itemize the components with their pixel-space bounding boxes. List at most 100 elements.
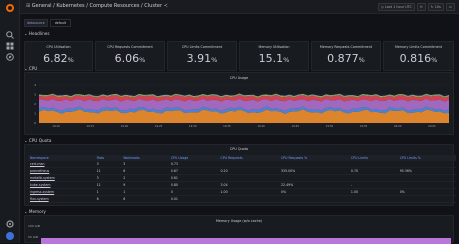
memory-usage-panel[interactable]: Memory Usage (w/o cache) 100 GiB 50 GiB [24, 215, 454, 244]
table-cell: 1 [121, 188, 169, 197]
monitor-icon: ▭ [448, 5, 452, 9]
settings-icon[interactable] [5, 219, 15, 229]
explore-icon[interactable] [5, 52, 15, 62]
table-cell [397, 181, 456, 190]
row-memory-label: Memory [28, 209, 46, 214]
stat-value: 15.1% [240, 52, 308, 65]
y-tick-label: 0 [34, 121, 36, 125]
row-cpu[interactable]: ⌄ CPU [24, 66, 37, 71]
table-row: metallb-system 3 2 0.61 [28, 174, 456, 183]
panel-title: Memory Usage (w/o cache) [215, 219, 263, 223]
table-cell: 11 [94, 181, 122, 190]
x-tick-label: 19:30 [189, 124, 197, 128]
table-cell: 6 [121, 195, 169, 204]
x-tick-label: 19:10 [52, 124, 60, 128]
table-cell: 6 [94, 195, 122, 204]
stat-unit: % [211, 56, 218, 64]
variable-select[interactable]: default [49, 19, 71, 27]
breadcrumb-text[interactable]: General / Kubernetes / Compute Resources… [32, 3, 162, 9]
table-cell [279, 195, 349, 204]
x-tick-label: 19:55 [360, 124, 368, 128]
stat-number: 0.877 [327, 52, 359, 65]
zoom-out-button[interactable]: ⊖ [416, 3, 426, 11]
y-tick-label: 2 [34, 102, 36, 106]
x-tick-label: 19:35 [223, 124, 231, 128]
x-tick-label: 19:45 [292, 124, 300, 128]
stat-value: 0.877% [312, 52, 380, 65]
stat-panel-memory-limits[interactable]: Memory Limits Commitment 0.816% [383, 41, 454, 71]
table-row: kube-system 11 9 0.80 3.04 22.49% - [28, 181, 456, 190]
stat-value: 0.816% [384, 52, 453, 65]
table-cell: 0 [168, 188, 219, 197]
refresh-interval: 10s [434, 5, 441, 9]
row-cpu-quota-label: CPU Quota [28, 138, 52, 143]
namespace-link[interactable]: prometheus [28, 167, 95, 176]
namespace-link[interactable]: flux-system [28, 195, 95, 204]
grafana-logo-icon[interactable] [5, 3, 15, 13]
user-avatar-icon[interactable] [5, 231, 15, 241]
dashboards-icon[interactable] [5, 41, 15, 51]
table-cell [348, 195, 398, 204]
table-cell [218, 174, 280, 183]
table-cell: 2 [121, 174, 169, 183]
row-headlines[interactable]: ⌄ Headlines [24, 31, 50, 36]
table-cell: 0.80 [168, 181, 219, 190]
y-tick-label: 100 GiB [28, 224, 40, 228]
stat-title: CPU Limits Commitment [181, 45, 223, 49]
table-cell: 0.61 [168, 174, 219, 183]
stat-number: 0.816 [399, 52, 432, 65]
stat-number: 15.1 [258, 52, 284, 65]
cpu-usage-chart: 4 3 2 1 0 19:10 19:15 19:20 19:25 19:30 19:35 19:40… [34, 83, 449, 128]
table-row: ingress-system 1 1 0 1.00 0% 1.00 0% [28, 188, 456, 197]
cpu-usage-panel[interactable]: CPU Usage 4 3 2 1 0 19:10 19:15 19:20 19:25 19:30… [24, 72, 454, 152]
row-headlines-label: Headlines [28, 31, 50, 36]
cpu-quota-panel[interactable]: CPU Quota Namespace Pods Workloads CPU U… [24, 144, 456, 206]
stat-panel-memory-utilisation[interactable]: Memory Utilisation 15.1% [239, 41, 309, 71]
stat-title: Memory Utilisation [258, 45, 290, 49]
time-range-label: Last 1 hour UTC [384, 5, 412, 9]
stat-panel-memory-requests[interactable]: Memory Requests Commitment 0.877% [311, 41, 381, 71]
table-cell [348, 174, 398, 183]
stat-title: CPU Utilisation [46, 45, 71, 49]
stat-unit: % [283, 56, 290, 64]
table-cell [218, 195, 280, 204]
table-cell: 22.49% [279, 181, 349, 190]
view-mode-button[interactable]: ▭ [445, 3, 455, 11]
table-cell [279, 174, 349, 183]
x-tick-label: 19:25 [155, 124, 163, 128]
stat-panel-cpu-requests[interactable]: CPU Requests Commitment 6.06% [95, 41, 165, 71]
table-cell: 0.20 [218, 167, 280, 176]
stat-number: 3.91 [186, 52, 212, 65]
refresh-button[interactable]: ↻ 10s [427, 3, 444, 11]
zoom-out-icon: ⊖ [419, 5, 423, 9]
search-icon[interactable] [5, 30, 15, 40]
stat-unit: % [139, 56, 146, 64]
stat-panel-cpu-limits[interactable]: CPU Limits Commitment 3.91% [167, 41, 237, 71]
table-cell: - [348, 181, 398, 190]
stat-title: Memory Limits Commitment [395, 45, 442, 49]
top-bar: ⊞ General / Kubernetes / Compute Resourc… [20, 0, 459, 14]
y-tick-label: 50 GiB [28, 235, 38, 239]
table-cell: 0% [279, 188, 349, 197]
time-range-picker[interactable]: ◷ Last 1 hour UTC [377, 3, 415, 11]
row-memory[interactable]: ⌄ Memory [24, 209, 46, 214]
side-nav [0, 0, 20, 243]
stat-number: 6.06 [114, 52, 140, 65]
namespace-link[interactable]: metallb-system [28, 174, 95, 183]
table-row: flux-system 6 6 0.01 [28, 195, 456, 204]
x-tick-label: 20:05 [428, 124, 436, 128]
namespace-link[interactable]: ingress-system [28, 188, 95, 197]
table-row: prometheus 11 6 0.67 0.20 335.00% 0.70 9… [28, 167, 456, 176]
stat-title: CPU Requests Commitment [107, 45, 153, 49]
table-cell: 11 [94, 167, 122, 176]
cpu-quota-table: Namespace Pods Workloads CPU Usage CPU R… [28, 155, 456, 204]
namespace-link[interactable]: kube-system [28, 181, 95, 190]
table-cell: 9 [121, 181, 169, 190]
table-cell: 1.00 [348, 188, 398, 197]
table-cell: 6 [121, 167, 169, 176]
table-cell: 0% [397, 188, 456, 197]
stat-value: 6.82% [25, 52, 92, 65]
stat-unit: % [67, 56, 74, 64]
share-icon[interactable]: ≺ [162, 3, 168, 9]
row-cpu-quota[interactable]: ⌄ CPU Quota [24, 138, 51, 143]
